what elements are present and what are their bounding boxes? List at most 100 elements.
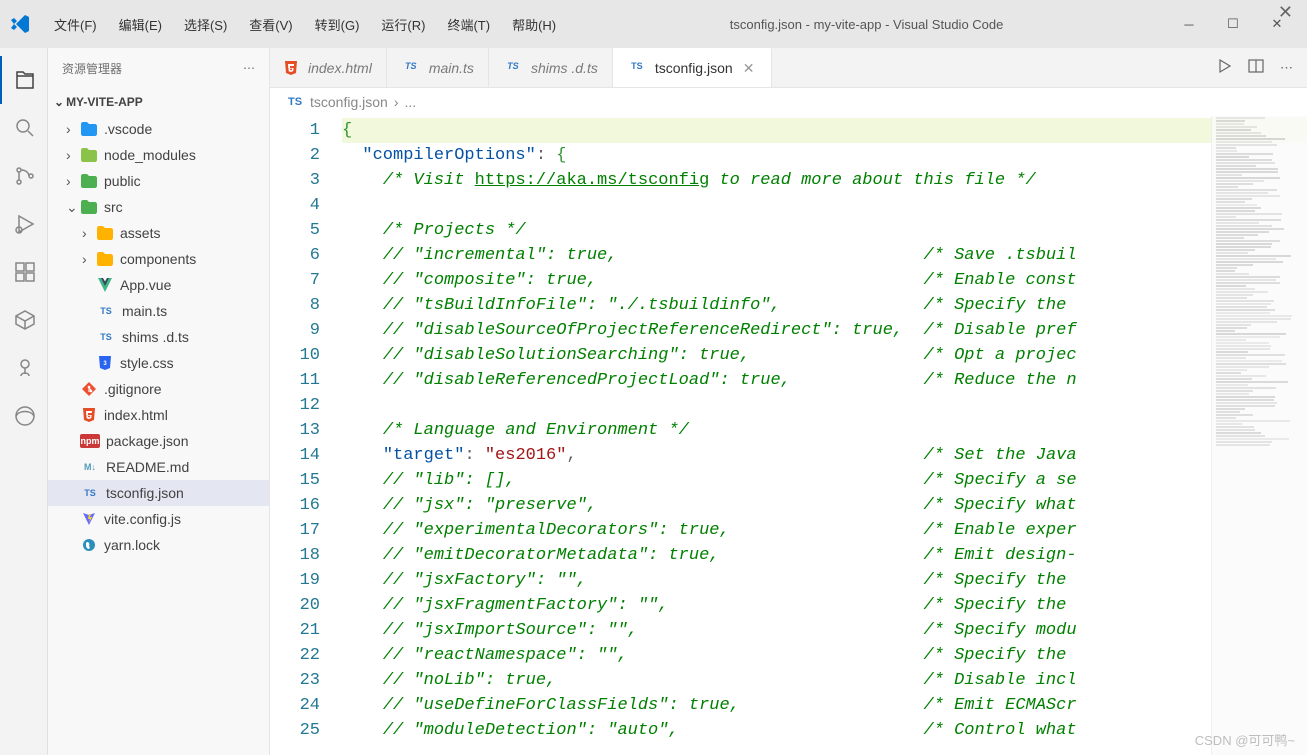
tree-label: .vscode [104, 121, 152, 137]
tree-item[interactable]: vite.config.js [48, 506, 269, 532]
tree-item[interactable]: ⌄src [48, 194, 269, 220]
minimap[interactable] [1211, 116, 1307, 755]
code-line[interactable]: /* Projects */ [342, 218, 1307, 243]
extensions-icon[interactable] [0, 248, 48, 296]
folder-node-icon [80, 148, 98, 162]
code-line[interactable]: // "disableSolutionSearching": true, /* … [342, 343, 1307, 368]
code-line[interactable]: /* Visit https://aka.ms/tsconfig to read… [342, 168, 1307, 193]
code-editor[interactable]: 1234567891011121314151617181920212223242… [270, 116, 1307, 755]
titlebar: 文件(F)编辑(E)选择(S)查看(V)转到(G)运行(R)终端(T)帮助(H)… [0, 0, 1307, 48]
code-line[interactable]: // "reactNamespace": "", /* Specify the [342, 643, 1307, 668]
menu-item[interactable]: 运行(R) [371, 9, 435, 40]
tab[interactable]: TStsconfig.json✕ [613, 48, 772, 87]
sidebar-header: 资源管理器 ⋯ [48, 48, 269, 88]
code-line[interactable]: "target": "es2016", /* Set the Java [342, 443, 1307, 468]
code-line[interactable]: // "jsxImportSource": "", /* Specify mod… [342, 618, 1307, 643]
tree-item[interactable]: M↓README.md [48, 454, 269, 480]
minimize-button[interactable]: ─ [1167, 8, 1211, 40]
tree-item[interactable]: TSshims .d.ts [48, 324, 269, 350]
menubar: 文件(F)编辑(E)选择(S)查看(V)转到(G)运行(R)终端(T)帮助(H) [44, 9, 566, 40]
code-line[interactable]: // "useDefineForClassFields": true, /* E… [342, 693, 1307, 718]
tab-close-icon[interactable]: ✕ [741, 60, 757, 76]
menu-item[interactable]: 选择(S) [174, 9, 237, 40]
code-line[interactable]: // "disableReferencedProjectLoad": true,… [342, 368, 1307, 393]
sidebar-title: 资源管理器 [62, 60, 122, 77]
code-line[interactable]: // "experimentalDecorators": true, /* En… [342, 518, 1307, 543]
yarn-icon [80, 538, 98, 552]
tree-label: main.ts [122, 303, 167, 319]
tree-item[interactable]: TStsconfig.json [48, 480, 269, 506]
search-icon[interactable] [0, 104, 48, 152]
run-icon[interactable] [1216, 58, 1232, 77]
more-icon[interactable]: ⋯ [243, 61, 255, 75]
menu-item[interactable]: 终端(T) [437, 9, 500, 40]
watermark: CSDN @可可鸭~ [1195, 730, 1295, 749]
source-control-icon[interactable] [0, 152, 48, 200]
menu-item[interactable]: 转到(G) [305, 9, 370, 40]
tsj-icon: TS [627, 61, 647, 75]
tree-item[interactable]: ›.vscode [48, 116, 269, 142]
sidebar: 资源管理器 ⋯ ⌄ MY-VITE-APP ›.vscode›node_modu… [48, 48, 270, 755]
split-editor-icon[interactable] [1248, 58, 1264, 77]
tree-item[interactable]: index.html [48, 402, 269, 428]
chevron-right-icon: › [394, 94, 399, 110]
maximize-button[interactable]: ☐ [1211, 8, 1255, 40]
tree-label: shims .d.ts [122, 329, 189, 345]
project-header[interactable]: ⌄ MY-VITE-APP [48, 88, 269, 116]
html-icon [80, 408, 98, 422]
menu-item[interactable]: 文件(F) [44, 9, 107, 40]
run-debug-icon[interactable] [0, 200, 48, 248]
code-line[interactable]: // "noLib": true, /* Disable incl [342, 668, 1307, 693]
code-content[interactable]: { "compilerOptions": { /* Visit https://… [342, 116, 1307, 755]
tree-item[interactable]: ›assets [48, 220, 269, 246]
tree-item[interactable]: npmpackage.json [48, 428, 269, 454]
tree-item[interactable]: App.vue [48, 272, 269, 298]
edge-icon[interactable] [0, 392, 48, 440]
folder-assets-icon [96, 226, 114, 240]
tree-label: yarn.lock [104, 537, 160, 553]
menu-item[interactable]: 帮助(H) [502, 9, 566, 40]
explorer-icon[interactable] [0, 56, 48, 104]
menu-item[interactable]: 查看(V) [239, 9, 302, 40]
tree-item[interactable]: 3style.css [48, 350, 269, 376]
code-line[interactable]: // "tsBuildInfoFile": "./.tsbuildinfo", … [342, 293, 1307, 318]
tab[interactable]: TSmain.ts [387, 48, 489, 87]
more-actions-icon[interactable]: ⋯ [1280, 60, 1293, 76]
code-line[interactable]: "compilerOptions": { [342, 143, 1307, 168]
code-line[interactable]: // "emitDecoratorMetadata": true, /* Emi… [342, 543, 1307, 568]
tree-item[interactable]: ›node_modules [48, 142, 269, 168]
tree-item[interactable]: ›components [48, 246, 269, 272]
code-line[interactable]: // "moduleDetection": "auto", /* Control… [342, 718, 1307, 743]
chevron-down-icon: ⌄ [54, 95, 64, 109]
tab[interactable]: index.html [270, 48, 387, 87]
tree-icon[interactable] [0, 344, 48, 392]
tab[interactable]: TSshims .d.ts [489, 48, 613, 87]
code-line[interactable]: { [342, 118, 1307, 143]
package-icon[interactable] [0, 296, 48, 344]
tree-label: tsconfig.json [106, 485, 184, 501]
code-line[interactable]: // "jsxFactory": "", /* Specify the [342, 568, 1307, 593]
tree-label: public [104, 173, 141, 189]
code-line[interactable]: // "composite": true, /* Enable const [342, 268, 1307, 293]
tree-item[interactable]: .gitignore [48, 376, 269, 402]
git-icon [80, 382, 98, 396]
code-line[interactable] [342, 193, 1307, 218]
tree-item[interactable]: yarn.lock [48, 532, 269, 558]
code-line[interactable]: // "disableSourceOfProjectReferenceRedir… [342, 318, 1307, 343]
tree-label: App.vue [120, 277, 171, 293]
outer-close-icon[interactable]: ✕ [1278, 2, 1293, 23]
code-line[interactable]: /* Language and Environment */ [342, 418, 1307, 443]
breadcrumb-file: tsconfig.json [310, 94, 388, 110]
vite-icon [80, 512, 98, 526]
code-line[interactable] [342, 393, 1307, 418]
tree-item[interactable]: ›public [48, 168, 269, 194]
code-line[interactable]: // "lib": [], /* Specify a se [342, 468, 1307, 493]
tree-item[interactable]: TSmain.ts [48, 298, 269, 324]
folder-public-icon [80, 174, 98, 188]
code-line[interactable]: // "jsx": "preserve", /* Specify what [342, 493, 1307, 518]
code-line[interactable]: // "incremental": true, /* Save .tsbuil [342, 243, 1307, 268]
menu-item[interactable]: 编辑(E) [109, 9, 172, 40]
breadcrumb[interactable]: TS tsconfig.json › ... [270, 88, 1307, 116]
code-line[interactable]: // "jsxFragmentFactory": "", /* Specify … [342, 593, 1307, 618]
editor-area: index.htmlTSmain.tsTSshims .d.tsTStsconf… [270, 48, 1307, 755]
